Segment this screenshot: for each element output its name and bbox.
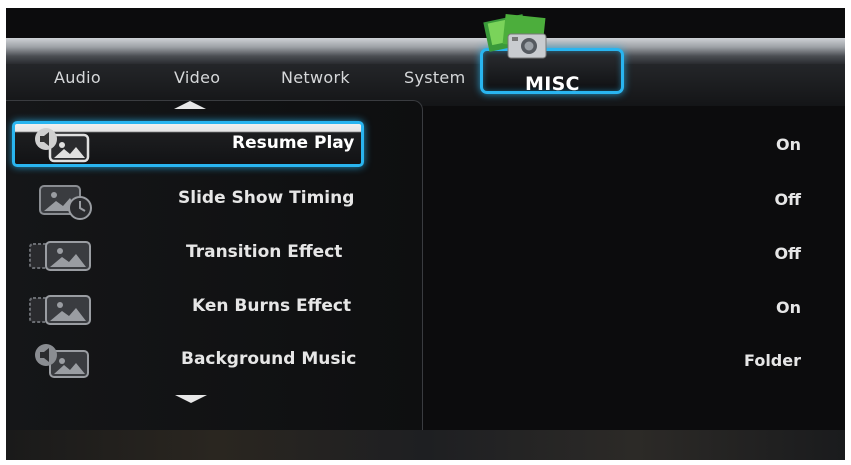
menu-item-value: Off (774, 190, 801, 209)
menu-item-value: On (776, 298, 801, 317)
menu-item-value: On (776, 135, 801, 154)
misc-camera-icon (483, 13, 547, 59)
menu-item-label: Transition Effect (186, 242, 343, 262)
menu-item-resume-play[interactable]: Resume Play On (6, 121, 845, 167)
tv-screen: Audio Video Network System MISC Resume P… (6, 8, 845, 460)
menu-item-ken-burns-effect[interactable]: Ken Burns Effect On (6, 284, 845, 330)
menu-item-value: Off (774, 244, 801, 263)
speaker-photo-icon (35, 344, 89, 378)
tab-audio[interactable]: Audio (54, 68, 101, 87)
tab-network[interactable]: Network (281, 68, 350, 87)
tab-system[interactable]: System (404, 68, 465, 87)
menu-item-label: Slide Show Timing (178, 188, 355, 208)
photo-clock-icon (39, 185, 92, 220)
bottom-edge (6, 430, 845, 460)
scroll-up-icon[interactable] (174, 101, 206, 109)
photo-transition-icon (29, 241, 91, 271)
tab-video[interactable]: Video (174, 68, 220, 87)
menu-item-value: Folder (744, 351, 801, 370)
header-band (6, 38, 845, 64)
menu-item-label: Ken Burns Effect (192, 296, 352, 316)
photo-pan-icon (29, 295, 91, 325)
tab-misc-label: MISC (525, 73, 580, 95)
menu-item-label: Background Music (181, 349, 357, 369)
scroll-down-icon[interactable] (175, 395, 207, 403)
menu-item-transition-effect[interactable]: Transition Effect Off (6, 230, 845, 276)
menu-item-label: Resume Play (232, 133, 355, 153)
menu-item-background-music[interactable]: Background Music Folder (6, 337, 845, 383)
speaker-photo-icon (35, 128, 90, 163)
menu-item-slide-show-timing[interactable]: Slide Show Timing Off (6, 176, 845, 222)
